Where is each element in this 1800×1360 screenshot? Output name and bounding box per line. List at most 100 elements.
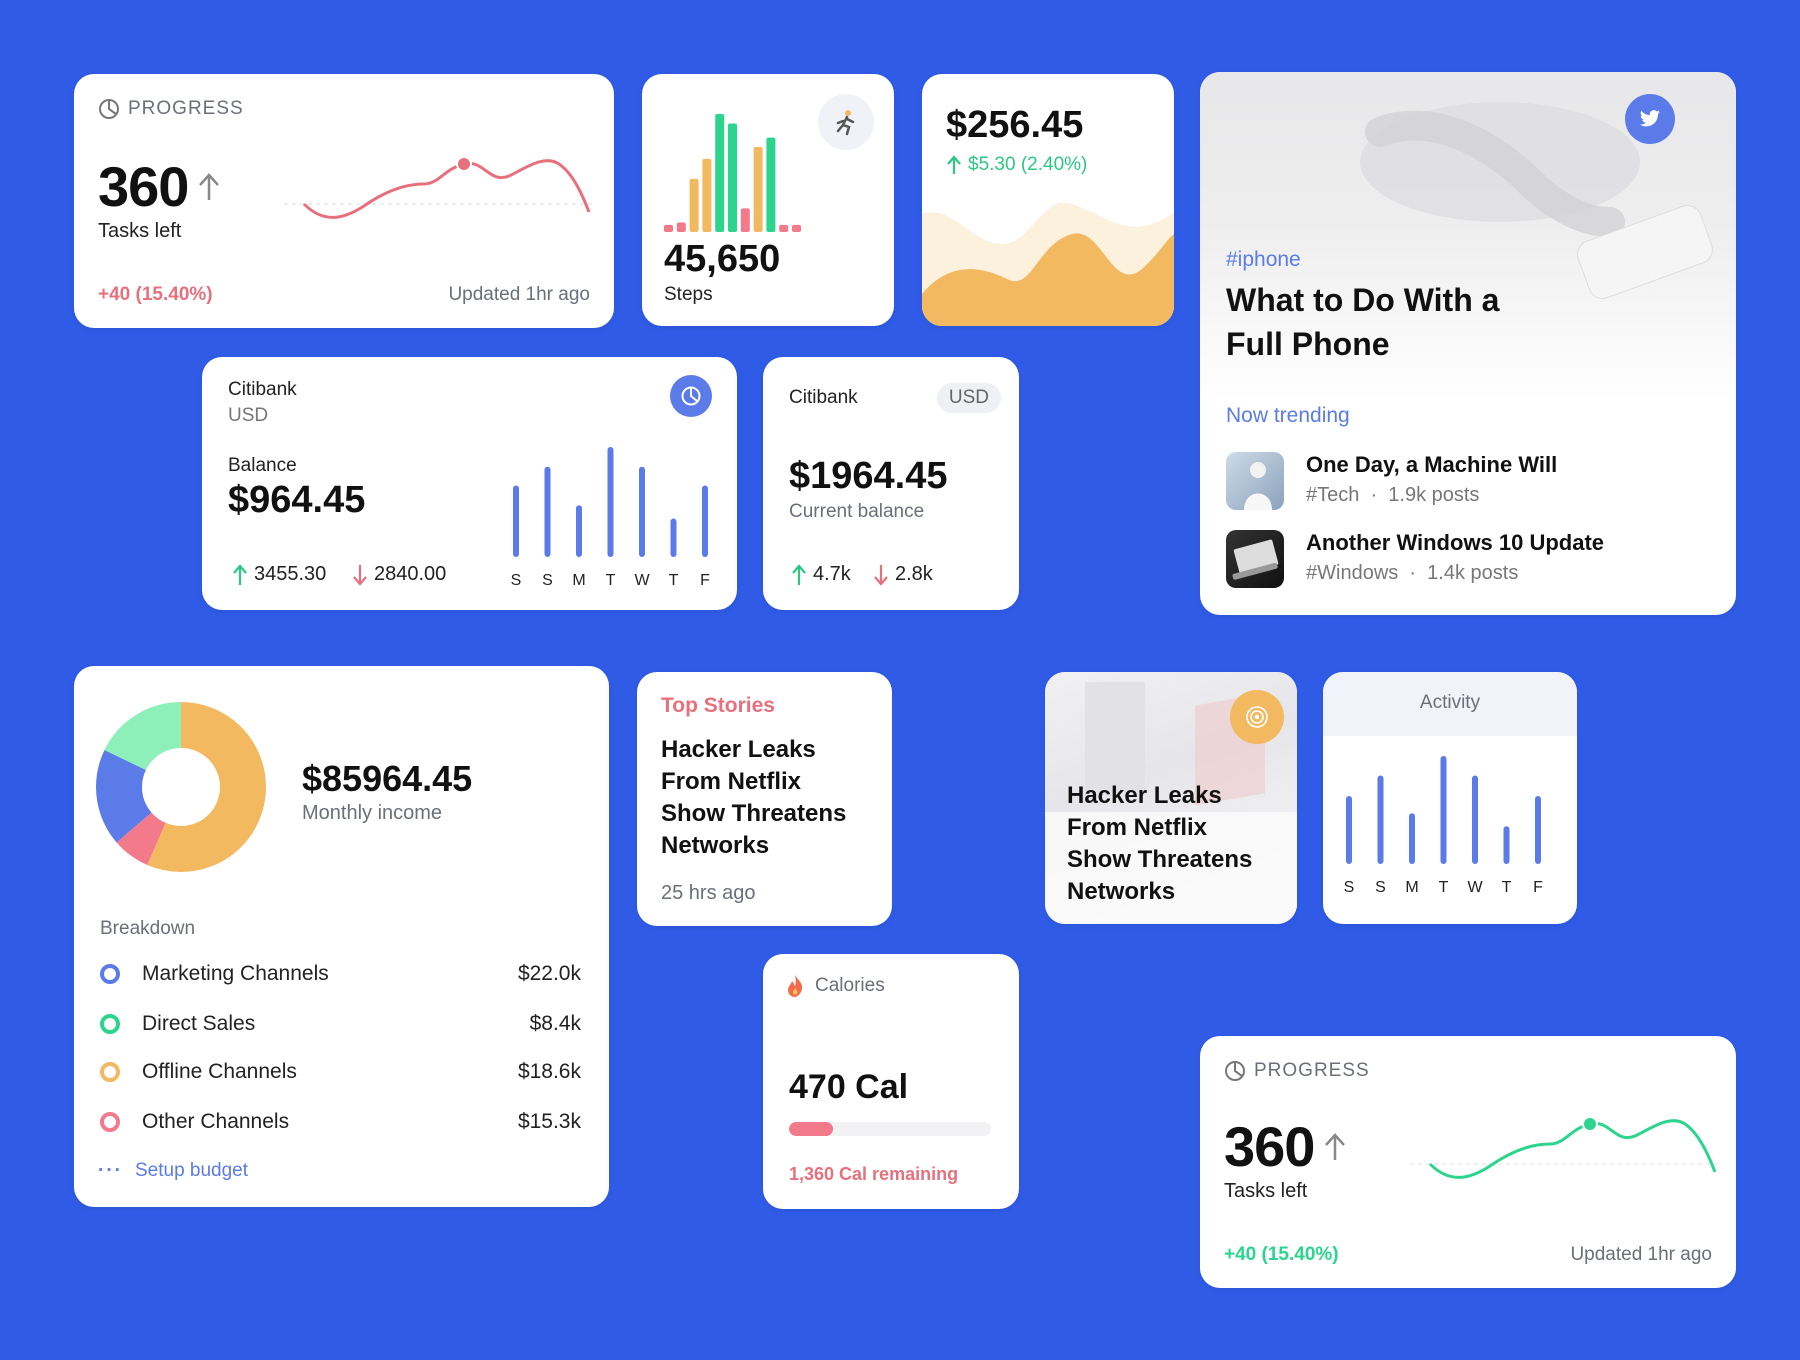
activity-bar-chart: SSMTWTF <box>1344 756 1543 896</box>
up-stat: 4.7k <box>791 563 851 586</box>
day-bar <box>607 447 614 557</box>
activity-title: Activity <box>1419 692 1481 713</box>
trending-label: Now trending <box>1226 404 1350 427</box>
runner-badge[interactable] <box>818 94 874 150</box>
day-bar <box>1440 756 1447 864</box>
current-balance-card: Citibank USD $1964.45 Current balance 4.… <box>763 357 1019 610</box>
image-story-card[interactable]: Hacker Leaks From Netflix Show Threatens… <box>1045 672 1297 924</box>
day-bar <box>1346 795 1352 864</box>
article-title-line: What to Do With a <box>1226 282 1500 318</box>
setup-budget-label: Setup budget <box>134 1160 249 1181</box>
article-title[interactable]: What to Do With a Full Phone <box>1226 278 1499 366</box>
steps-bar <box>779 224 789 232</box>
breakdown-value: $22.0k <box>517 962 581 985</box>
day-bar <box>1503 826 1510 864</box>
twitter-button[interactable] <box>1625 94 1675 144</box>
calories-title: Calories <box>815 975 885 996</box>
story-headline: Hacker Leaks From Netflix Show Threatens… <box>661 734 846 862</box>
chart-button[interactable] <box>670 375 712 417</box>
steps-bar <box>766 137 776 232</box>
more-dots-icon: ··· <box>98 1160 123 1181</box>
runner-icon <box>836 110 855 136</box>
breakdown-row[interactable]: Offline Channels $18.6k <box>100 1060 581 1084</box>
pie-chart-icon <box>681 386 701 406</box>
headline-line: Networks <box>1067 878 1176 905</box>
down-value: 2.8k <box>895 563 933 585</box>
breakdown-value: $15.3k <box>517 1110 581 1133</box>
income-donut-chart <box>96 702 266 872</box>
calories-value: 470 Cal <box>789 1068 909 1106</box>
steps-bar <box>740 208 750 232</box>
top-stories-card[interactable]: Top Stories Hacker Leaks From Netflix Sh… <box>637 672 892 926</box>
day-bar <box>670 518 677 557</box>
day-bar <box>513 485 519 557</box>
headline-line: Hacker Leaks <box>661 736 816 763</box>
current-balance-label: Current balance <box>789 501 925 522</box>
steps-card: 45,650 Steps <box>642 74 894 326</box>
breakdown-row[interactable]: Other Channels $15.3k <box>100 1110 581 1134</box>
price-area-chart <box>922 202 1174 326</box>
top-stories-title: Top Stories <box>661 694 775 717</box>
person-icon <box>1244 462 1272 510</box>
arrow-up-icon <box>199 172 220 200</box>
tasks-count: 360 <box>98 155 189 218</box>
trend-title: One Day, a Machine Will <box>1306 452 1558 477</box>
tasks-label: Tasks left <box>98 220 182 242</box>
balance-card: Citibank USD Balance $964.45 3455.30 284… <box>202 357 737 610</box>
day-label: W <box>634 572 650 589</box>
steps-bar <box>702 158 712 232</box>
article-title-line: Full Phone <box>1226 326 1390 362</box>
steps-label: Steps <box>664 284 713 305</box>
day-label: F <box>700 572 710 589</box>
fire-icon <box>788 975 803 997</box>
story-time: 25 hrs ago <box>661 882 756 904</box>
laptop-icon <box>1232 539 1279 580</box>
arrow-up-icon <box>1325 1132 1346 1160</box>
legend-dot <box>100 964 120 984</box>
day-label: W <box>1467 879 1483 896</box>
article-card[interactable]: #iphone What to Do With a Full Phone Now… <box>1200 72 1736 615</box>
price-change-row: $5.30 (2.40%) <box>946 154 1087 176</box>
trend-posts: 1.4k posts <box>1427 562 1519 584</box>
headline-line: From Netflix <box>661 768 802 795</box>
calories-progress-bar <box>789 1122 991 1136</box>
breakdown-name: Marketing Channels <box>142 962 329 985</box>
expense-value: 2840.00 <box>374 563 447 585</box>
breakdown-label: Breakdown <box>100 918 196 939</box>
arrow-down-icon <box>353 564 367 586</box>
trend-tag: #Windows <box>1306 562 1399 584</box>
day-bar <box>702 485 708 557</box>
trending-item[interactable]: Another Windows 10 Update #Windows · 1.4… <box>1226 530 1716 588</box>
progress-title: PROGRESS <box>128 98 244 119</box>
target-icon <box>1246 706 1268 728</box>
steps-bar <box>792 224 801 232</box>
day-bar <box>576 505 582 557</box>
twitter-icon <box>1639 110 1661 127</box>
trending-item[interactable]: One Day, a Machine Will #Tech · 1.9k pos… <box>1226 452 1716 510</box>
income-card: $85964.45 Monthly income Breakdown Marke… <box>74 666 609 1207</box>
breakdown-name: Direct Sales <box>142 1012 256 1035</box>
income-label: Monthly income <box>302 802 443 824</box>
price-card: $256.45 $5.30 (2.40%) <box>922 74 1174 326</box>
breakdown-name: Other Channels <box>142 1110 290 1133</box>
trend-meta: #Windows · 1.4k posts <box>1306 562 1519 584</box>
income-value: 3455.30 <box>254 563 327 585</box>
article-tag[interactable]: #iphone <box>1226 248 1301 272</box>
tasks-label: Tasks left <box>1224 1180 1308 1202</box>
breakdown-row[interactable]: Marketing Channels $22.0k <box>100 962 581 986</box>
steps-bar-chart <box>664 114 801 232</box>
activity-card: Activity S S M T W T F <box>1323 672 1577 924</box>
trend-thumbnail <box>1226 530 1284 588</box>
breakdown-row[interactable]: Direct Sales $8.4k <box>100 1012 581 1036</box>
balance-label: Balance <box>228 455 297 476</box>
down-stat: 2.8k <box>873 563 933 586</box>
legend-dot <box>100 1112 120 1132</box>
currency-pill[interactable]: USD <box>936 383 1001 413</box>
steps-bar <box>676 222 686 232</box>
target-button[interactable] <box>1230 690 1284 744</box>
arrow-up-icon <box>792 563 806 585</box>
setup-budget-link[interactable]: ··· Setup budget <box>98 1160 248 1182</box>
bank-name: Citibank <box>789 387 858 408</box>
day-bar <box>544 466 551 557</box>
headline-line: Show Threatens <box>661 800 847 827</box>
